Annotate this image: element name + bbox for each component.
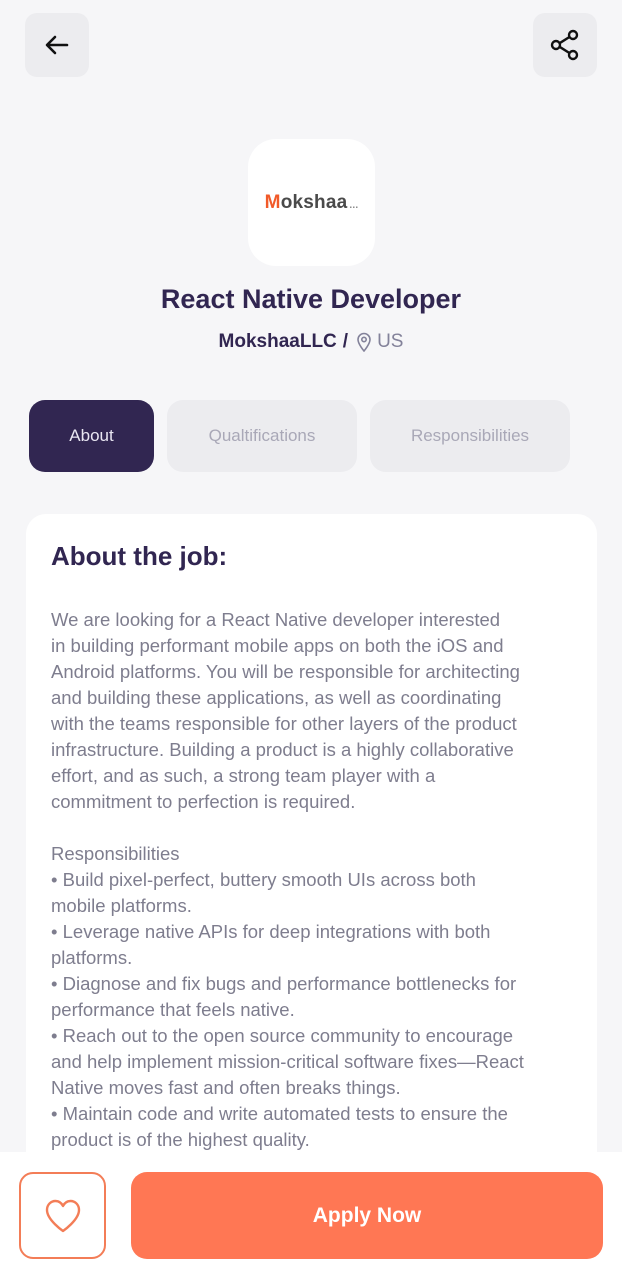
description-line: • Maintain code and write automated test… — [51, 1103, 508, 1124]
share-icon — [550, 29, 579, 61]
description-line: platforms. — [51, 947, 133, 968]
logo-rest: okshaa — [280, 191, 348, 213]
tab-about[interactable]: About — [29, 400, 154, 472]
description-line: We are looking for a React Native develo… — [51, 609, 501, 630]
apply-now-button[interactable]: Apply Now — [131, 1172, 603, 1259]
share-button[interactable] — [533, 13, 597, 77]
description-line: effort, and as such, a strong team playe… — [51, 765, 436, 786]
job-location: US — [377, 331, 404, 352]
about-heading: About the job: — [51, 541, 228, 571]
heart-outline-icon — [45, 1199, 80, 1232]
description-line: performance that feels native. — [51, 999, 295, 1020]
description-line: in building performant mobile apps on bo… — [51, 635, 504, 656]
description-line: commitment to perfection is required. — [51, 791, 356, 812]
about-description: We are looking for a React Native develo… — [51, 607, 581, 1153]
description-line: Responsibilities — [51, 843, 180, 864]
description-line: product is of the highest quality. — [51, 1129, 310, 1150]
description-line: and building these applications, as well… — [51, 687, 502, 708]
meta-separator: / — [342, 331, 349, 352]
description-line: with the teams responsible for other lay… — [51, 713, 517, 734]
logo-dots: ... — [349, 199, 359, 211]
back-button[interactable] — [25, 13, 89, 77]
arrow-left-icon — [45, 35, 69, 55]
about-card: About the job: We are looking for a Reac… — [26, 514, 597, 1214]
company-logo: Mokshaa... — [248, 139, 375, 266]
location-pin-icon — [356, 332, 372, 352]
description-line: and help implement mission-critical soft… — [51, 1051, 524, 1072]
description-line: • Leverage native APIs for deep integrat… — [51, 921, 491, 942]
description-line: mobile platforms. — [51, 895, 192, 916]
company-name: MokshaaLLC — [218, 331, 337, 352]
company-logo-wordmark: Mokshaa... — [265, 192, 359, 214]
job-meta: MokshaaLLC / US — [0, 331, 622, 353]
favorite-button[interactable] — [19, 1172, 106, 1259]
description-line: • Diagnose and fix bugs and performance … — [51, 973, 517, 994]
job-details-screen: Mokshaa... React Native Developer Moksha… — [0, 0, 622, 1280]
description-line — [51, 815, 581, 841]
job-title: React Native Developer — [160, 284, 462, 314]
description-line: Native moves fast and often breaks thing… — [51, 1077, 401, 1098]
description-line: • Reach out to the open source community… — [51, 1025, 514, 1046]
tab-qualifications[interactable]: Qualtifications — [167, 400, 357, 472]
logo-letter: M — [264, 191, 281, 213]
description-line: Android platforms. You will be responsib… — [51, 661, 520, 682]
tab-responsibilities[interactable]: Responsibilities — [370, 400, 570, 472]
footer-bar: Apply Now — [0, 1152, 622, 1280]
description-line: infrastructure. Building a product is a … — [51, 739, 514, 760]
description-line: • Build pixel-perfect, buttery smooth UI… — [51, 869, 476, 890]
